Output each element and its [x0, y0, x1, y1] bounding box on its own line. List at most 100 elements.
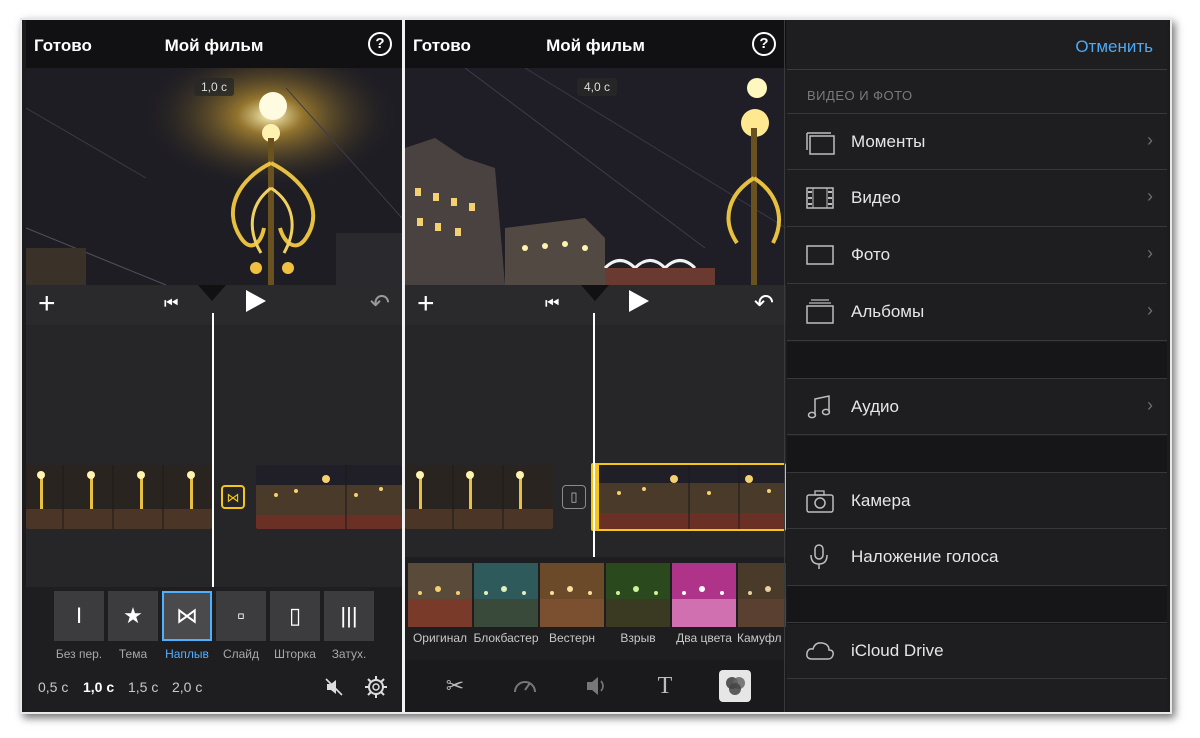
- chevron-right-icon: ›: [1147, 243, 1153, 263]
- top-bar: Готово Мой фильм ?: [26, 20, 402, 68]
- duration-badge: 4,0 с: [577, 78, 618, 96]
- filters-icon[interactable]: [719, 670, 751, 702]
- wipe-icon: ▯: [288, 603, 302, 628]
- add-media-button[interactable]: +: [38, 289, 56, 319]
- menu-item-label: Альбомы: [851, 302, 925, 321]
- filter-label: Блокбастер: [473, 631, 539, 645]
- section-gap: [787, 436, 1167, 472]
- section-gap: [787, 586, 1167, 624]
- filter-label: Оригинал: [412, 631, 468, 645]
- chevron-right-icon: ›: [1147, 395, 1153, 415]
- chevron-right-icon: ›: [1147, 300, 1153, 320]
- speed-icon[interactable]: [509, 670, 541, 702]
- filter-thumb[interactable]: [408, 563, 472, 627]
- scissors-icon[interactable]: ✂: [439, 670, 471, 702]
- menu-item-icloud[interactable]: iCloud Drive: [787, 622, 1167, 679]
- timeline[interactable]: ⋈: [26, 313, 402, 587]
- help-icon[interactable]: ?: [752, 32, 776, 56]
- filter-strip: Оригинал Блокбастер Вестерн Взрыв Два цв…: [405, 557, 786, 660]
- video-viewer: 1,0 с: [26, 68, 402, 285]
- transition-theme-label: Тема: [118, 647, 148, 661]
- cloud-icon: [806, 642, 834, 660]
- top-bar: Готово Мой фильм ?: [405, 20, 786, 68]
- transition-none-icon: I: [75, 603, 83, 628]
- filter-thumb[interactable]: [540, 563, 604, 627]
- transition-fade-button[interactable]: |||: [324, 591, 374, 641]
- chevron-right-icon: ›: [1147, 130, 1153, 150]
- chevron-right-icon: ›: [1147, 186, 1153, 206]
- gear-icon[interactable]: [364, 675, 388, 699]
- section-gap: [787, 342, 1167, 378]
- project-title: Мой фильм: [164, 36, 264, 55]
- menu-item-photo[interactable]: Фото ›: [787, 227, 1167, 284]
- screenshot-frame: Готово Мой фильм ? 1,0 с + ⏮ ↶ ⋈ I ★ ⋈ ▫…: [20, 18, 1172, 714]
- menu-item-moments[interactable]: Моменты ›: [787, 113, 1167, 170]
- speed-option-1-5[interactable]: 1,5 с: [128, 679, 158, 695]
- transition-none-label: Без пер.: [55, 647, 103, 661]
- clip-toolbar: ✂ T: [405, 660, 786, 712]
- menu-item-label: Фото: [851, 245, 891, 264]
- video-viewer: 4,0 с: [405, 68, 786, 285]
- video-clip-2[interactable]: [256, 465, 402, 529]
- middle-editor-panel: Готово Мой фильм ? 4,0 с + ⏮ ↶ ▯ Оригина…: [405, 20, 786, 712]
- help-icon[interactable]: ?: [368, 32, 392, 56]
- play-icon[interactable]: [629, 290, 649, 312]
- title-icon[interactable]: T: [649, 670, 681, 702]
- filter-thumb[interactable]: [474, 563, 538, 627]
- panel-divider: [784, 20, 785, 712]
- transition-toolbar: I ★ ⋈ ▫ ▯ ||| Без пер. Тема Наплыв Слайд…: [26, 587, 402, 712]
- menu-item-voiceover[interactable]: Наложение голоса: [787, 529, 1167, 586]
- transition-icon[interactable]: ⋈: [221, 485, 245, 509]
- mute-icon[interactable]: [324, 677, 344, 697]
- add-media-button[interactable]: +: [417, 289, 435, 319]
- playhead-marker: [198, 285, 226, 301]
- menu-item-video[interactable]: Видео ›: [787, 170, 1167, 227]
- playhead-line: [212, 313, 214, 587]
- menu-item-label: Наложение голоса: [851, 547, 999, 566]
- speed-option-2-0[interactable]: 2,0 с: [172, 679, 202, 695]
- transition-icon[interactable]: ▯: [562, 485, 586, 509]
- menu-item-label: Моменты: [851, 132, 926, 151]
- volume-icon[interactable]: [579, 670, 611, 702]
- skip-back-icon[interactable]: ⏮: [545, 295, 559, 313]
- cancel-button[interactable]: Отменить: [1075, 37, 1153, 57]
- timeline[interactable]: ▯: [405, 313, 786, 561]
- moments-icon: [806, 132, 835, 155]
- filter-thumb[interactable]: [738, 563, 786, 627]
- left-editor-panel: Готово Мой фильм ? 1,0 с + ⏮ ↶ ⋈ I ★ ⋈ ▫…: [26, 20, 402, 712]
- speed-option-1-0[interactable]: 1,0 с: [83, 679, 114, 695]
- undo-icon[interactable]: ↶: [370, 289, 390, 318]
- transition-wipe-label: Шторка: [274, 647, 316, 661]
- media-browser-panel: Отменить ВИДЕО И ФОТО Моменты › Видео › …: [787, 20, 1167, 712]
- transition-theme-button[interactable]: ★: [108, 591, 158, 641]
- menu-item-label: iCloud Drive: [851, 641, 944, 660]
- transition-fade-label: Затух.: [331, 647, 367, 661]
- browser-header: Отменить: [787, 20, 1167, 70]
- filter-thumb[interactable]: [672, 563, 736, 627]
- video-clip-1[interactable]: [26, 465, 212, 529]
- transition-slide-label: Слайд: [222, 647, 260, 661]
- filter-thumb[interactable]: [606, 563, 670, 627]
- menu-item-camera[interactable]: Камера: [787, 472, 1167, 529]
- skip-back-icon[interactable]: ⏮: [164, 295, 178, 313]
- speed-option-0-5[interactable]: 0,5 с: [38, 679, 68, 695]
- filter-label: Камуфл: [737, 631, 782, 645]
- play-icon[interactable]: [246, 290, 266, 312]
- menu-item-label: Видео: [851, 188, 901, 207]
- menu-item-audio[interactable]: Аудио ›: [787, 378, 1167, 435]
- section-title: ВИДЕО И ФОТО: [807, 88, 913, 103]
- photo-icon: [806, 245, 834, 265]
- transition-wipe-button[interactable]: ▯: [270, 591, 320, 641]
- music-icon: [807, 395, 831, 419]
- video-clip-1[interactable]: [405, 465, 553, 529]
- menu-item-albums[interactable]: Альбомы ›: [787, 284, 1167, 341]
- selected-video-clip[interactable]: [591, 463, 786, 531]
- transition-none-button[interactable]: I: [54, 591, 104, 641]
- playback-bar: + ⏮ ↶: [26, 285, 402, 325]
- undo-icon[interactable]: ↶: [754, 289, 774, 318]
- playhead-line: [593, 313, 595, 561]
- albums-icon: [806, 299, 834, 324]
- transition-slide-button[interactable]: ▫: [216, 591, 266, 641]
- transition-dissolve-label: Наплыв: [165, 647, 209, 661]
- transition-dissolve-button[interactable]: ⋈: [162, 591, 212, 641]
